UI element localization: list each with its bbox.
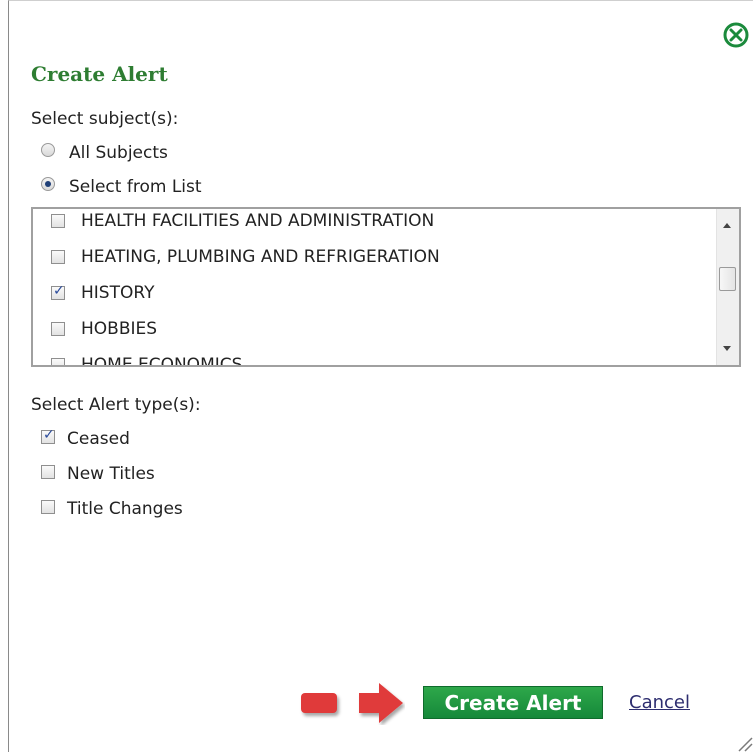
checkbox[interactable] — [41, 500, 55, 514]
list-item-label: HOME ECONOMICS — [81, 355, 243, 367]
scroll-down-icon[interactable] — [723, 346, 731, 351]
list-item-health-facilities[interactable]: HEALTH FACILITIES AND ADMINISTRATION — [33, 209, 717, 239]
list-item-history[interactable]: HISTORY — [33, 275, 717, 311]
list-item-home-economics[interactable]: HOME ECONOMICS — [33, 347, 717, 367]
alert-type-new-titles[interactable]: New Titles — [41, 464, 155, 484]
alert-type-ceased[interactable]: Ceased — [41, 427, 130, 449]
checkbox[interactable] — [51, 358, 65, 365]
list-item-label: HEALTH FACILITIES AND ADMINISTRATION — [81, 211, 435, 231]
cancel-link[interactable]: Cancel — [629, 692, 690, 713]
radio-all-subjects[interactable]: All Subjects — [41, 143, 168, 163]
checkbox[interactable] — [51, 283, 65, 300]
checkbox[interactable] — [51, 250, 65, 264]
select-subjects-label: Select subject(s): — [31, 109, 179, 129]
scroll-thumb[interactable] — [719, 267, 736, 291]
close-icon[interactable] — [722, 21, 750, 49]
select-alert-type-label: Select Alert type(s): — [31, 395, 201, 415]
checkbox[interactable] — [51, 322, 65, 336]
list-item-label: HEATING, PLUMBING AND REFRIGERATION — [81, 247, 440, 267]
radio-label: Select from List — [69, 177, 202, 197]
red-dash-annotation — [301, 693, 337, 713]
radio-button[interactable] — [41, 177, 55, 191]
red-arrow-icon — [359, 683, 403, 723]
checkbox[interactable] — [51, 214, 65, 228]
list-item-label: HOBBIES — [81, 319, 158, 339]
dialog-title: Create Alert — [31, 62, 168, 86]
radio-button[interactable] — [41, 143, 55, 157]
alert-type-label: Ceased — [67, 429, 130, 449]
listbox-scrollbar[interactable] — [716, 209, 739, 365]
alert-type-label: Title Changes — [67, 499, 183, 519]
checkbox[interactable] — [41, 465, 55, 479]
list-item-label: HISTORY — [81, 283, 155, 303]
create-alert-dialog: Create Alert Select subject(s): All Subj… — [8, 0, 753, 752]
list-item-heating-plumbing[interactable]: HEATING, PLUMBING AND REFRIGERATION — [33, 239, 717, 275]
alert-type-label: New Titles — [67, 464, 155, 484]
create-alert-button[interactable]: Create Alert — [423, 686, 603, 719]
radio-label: All Subjects — [69, 143, 168, 163]
list-item-hobbies[interactable]: HOBBIES — [33, 311, 717, 347]
radio-select-from-list[interactable]: Select from List — [41, 177, 202, 197]
alert-type-title-changes[interactable]: Title Changes — [41, 499, 183, 519]
subject-listbox[interactable]: HEALTH FACILITIES AND ADMINISTRATION HEA… — [31, 207, 741, 367]
checkbox[interactable] — [41, 427, 55, 444]
scroll-up-icon[interactable] — [723, 223, 731, 228]
resize-grip-icon[interactable] — [733, 732, 753, 752]
